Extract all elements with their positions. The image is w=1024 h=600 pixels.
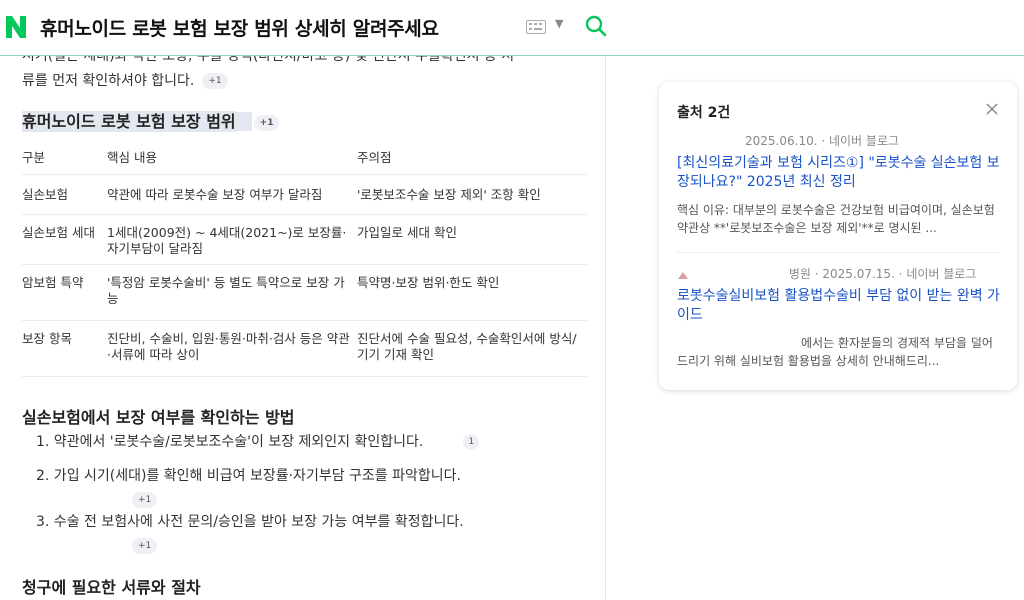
table-cell: 암보험 특약 <box>22 264 107 321</box>
blog-favicon-icon <box>678 271 688 279</box>
source-link[interactable]: 로봇수술실비보험 활용법수술비 부담 없이 받는 완벽 가이드 <box>677 287 1001 325</box>
table-header: 핵심 내용 <box>107 140 357 175</box>
step-text: 1. 약관에서 '로봇수술/로봇보조수술'이 보장 제외인지 확인합니다. <box>36 434 424 450</box>
section-title-claim-docs: 청구에 필요한 서류와 절차 <box>22 578 201 597</box>
table-cell: 실손보험 세대 <box>22 214 107 265</box>
step-text: 2. 가입 시기(세대)를 확인해 비급여 보장률·자기부담 구조를 파악합니다… <box>36 468 461 484</box>
section-title-check-method: 실손보험에서 보장 여부를 확인하는 방법 <box>22 408 295 427</box>
table-cell: '특정암 로봇수술비' 등 별도 특약으로 보장 가능 <box>107 264 357 321</box>
intro-paragraph: 시기(실손 세대)와 약관 조항, 수술 방식(다빈치/마코 등) 및 진단서·… <box>22 56 582 94</box>
section-title-text: 휴머노이드 로봇 보험 보장 범위 <box>22 111 236 132</box>
table-cell: 가입일로 세대 확인 <box>357 214 587 265</box>
source-item: 2025.06.10. · 네이버 블로그 [최신의료기술과 보험 시리즈①] … <box>677 132 1001 237</box>
table-row: 암보험 특약 '특정암 로봇수술비' 등 별도 특약으로 보장 가능 특약명·보… <box>22 264 587 321</box>
intro-line-1: 시기(실손 세대)와 약관 조항, 수술 방식(다빈치/마코 등) 및 진단서·… <box>22 56 515 64</box>
source-snippet: 에서는 환자분들의 경제적 부담을 덜어드리기 위해 실비보험 활용법을 상세히… <box>677 336 993 368</box>
search-icon[interactable] <box>585 15 607 37</box>
step-text: 3. 수술 전 보험사에 사전 문의/승인을 받아 보장 가능 여부를 확정합니… <box>36 514 464 530</box>
intro-line-2: 류를 먼저 확인하셔야 합니다. +1 <box>22 69 582 94</box>
source-link[interactable]: [최신의료기술과 보험 시리즈①] "로봇수술 실손보험 보장되나요?" 202… <box>677 154 1001 192</box>
coverage-table: 구분 핵심 내용 주의점 실손보험 약관에 따라 로봇수술 보장 여부가 달라짐… <box>22 140 587 377</box>
source-snippet: 핵심 이유: 대부분의 로봇수술은 건강보험 비급여이며, 실손보험 약관상 *… <box>677 203 995 235</box>
citation-badge[interactable]: 1 <box>463 434 480 450</box>
source-meta: 병원 · 2025.07.15. · 네이버 블로그 <box>788 267 977 281</box>
table-cell: 1세대(2009전) ~ 4세대(2021~)로 보장률·자기부담이 달라짐 <box>107 214 357 265</box>
table-row: 실손보험 세대 1세대(2009전) ~ 4세대(2021~)로 보장률·자기부… <box>22 214 587 265</box>
table-cell: 특약명·보장 범위·한도 확인 <box>357 264 587 321</box>
table-header: 구분 <box>22 140 107 175</box>
keyboard-icon[interactable] <box>526 20 546 34</box>
answer-content: 시기(실손 세대)와 약관 조항, 수술 방식(다빈치/마코 등) 및 진단서·… <box>0 56 606 600</box>
sources-panel-title: 출처 2건 <box>677 105 731 121</box>
table-cell: 약관에 따라 로봇수술 보장 여부가 달라짐 <box>107 174 357 215</box>
top-header: 휴머노이드 로봇 보험 보장 범위 상세히 알려주세요 ▼ <box>0 0 1024 56</box>
steps-list: 1. 약관에서 '로봇수술/로봇보조수술'이 보장 제외인지 확인합니다. 1 2… <box>36 432 480 554</box>
chevron-down-icon[interactable]: ▼ <box>555 17 563 30</box>
citation-badge[interactable]: +1 <box>132 492 158 508</box>
divider <box>677 252 999 253</box>
intro-line-2-text: 류를 먼저 확인하셔야 합니다. <box>22 73 195 89</box>
sources-panel: 출처 2건 2025.06.10. · 네이버 블로그 [최신의료기술과 보험 … <box>659 82 1017 390</box>
table-header-row: 구분 핵심 내용 주의점 <box>22 140 587 175</box>
source-meta: 2025.06.10. · 네이버 블로그 <box>745 134 900 148</box>
citation-badge[interactable]: +1 <box>253 114 280 131</box>
citation-badge[interactable]: +1 <box>202 73 228 89</box>
search-query-title: 휴머노이드 로봇 보험 보장 범위 상세히 알려주세요 <box>40 18 439 40</box>
list-item: 1. 약관에서 '로봇수술/로봇보조수술'이 보장 제외인지 확인합니다. 1 <box>36 432 480 466</box>
list-item: 3. 수술 전 보험사에 사전 문의/승인을 받아 보장 가능 여부를 확정합니… <box>36 512 479 554</box>
highlight-pad <box>235 112 252 131</box>
table-cell: 보장 항목 <box>22 320 107 377</box>
table-cell: 실손보험 <box>22 174 107 215</box>
table-cell: '로봇보조수술 보장 제외' 조항 확인 <box>357 174 587 215</box>
naver-logo-icon[interactable] <box>4 14 28 40</box>
table-cell: 진단비, 수술비, 입원·통원·마취·검사 등은 약관·서류에 따라 상이 <box>107 320 357 377</box>
section-title-coverage: 휴머노이드 로봇 보험 보장 범위 +1 <box>22 108 280 132</box>
close-icon[interactable] <box>985 102 999 116</box>
table-cell: 진단서에 수술 필요성, 수술확인서에 방식/기기 기재 확인 <box>357 320 587 377</box>
list-item: 2. 가입 시기(세대)를 확인해 비급여 보장률·자기부담 구조를 파악합니다… <box>36 466 479 512</box>
table-row: 보장 항목 진단비, 수술비, 입원·통원·마취·검사 등은 약관·서류에 따라… <box>22 320 587 377</box>
table-row: 실손보험 약관에 따라 로봇수술 보장 여부가 달라짐 '로봇보조수술 보장 제… <box>22 174 587 215</box>
source-item: 병원 · 2025.07.15. · 네이버 블로그 로봇수술실비보험 활용법수… <box>677 265 1001 370</box>
table-header: 주의점 <box>357 140 587 175</box>
citation-badge[interactable]: +1 <box>132 538 158 554</box>
source-meta-row: 병원 · 2025.07.15. · 네이버 블로그 <box>677 265 1001 282</box>
